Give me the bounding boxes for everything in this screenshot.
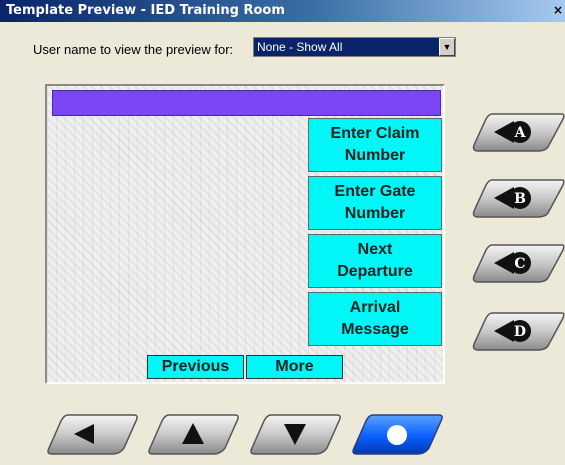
user-select-value: None - Show All [257, 40, 343, 54]
svg-text:D: D [514, 324, 526, 340]
preview-screen: Enter Claim Number Enter Gate Number Nex… [45, 84, 445, 384]
down-button[interactable] [247, 412, 343, 456]
enter-gate-number-button[interactable]: Enter Gate Number [308, 176, 442, 230]
side-button-a[interactable]: A [470, 111, 565, 153]
svg-text:C: C [514, 256, 525, 272]
previous-button[interactable]: Previous [147, 355, 244, 379]
user-select-label: User name to view the preview for: [33, 42, 234, 57]
side-button-d[interactable]: D [470, 310, 565, 352]
left-button[interactable] [44, 412, 140, 456]
svg-text:B: B [514, 191, 526, 207]
screen-header-bar [52, 90, 441, 116]
enter-claim-number-button[interactable]: Enter Claim Number [308, 118, 442, 172]
next-departure-button[interactable]: Next Departure [308, 234, 442, 288]
select-button[interactable] [349, 412, 445, 456]
side-button-c[interactable]: C [470, 242, 565, 284]
chevron-down-icon[interactable]: ▼ [439, 38, 455, 56]
close-icon[interactable]: × [553, 3, 563, 17]
more-button[interactable]: More [246, 355, 343, 379]
side-button-b[interactable]: B [470, 177, 565, 219]
user-select[interactable]: None - Show All ▼ [253, 37, 456, 57]
window-title: Template Preview - IED Training Room [6, 3, 285, 18]
arrival-message-button[interactable]: Arrival Message [308, 292, 442, 346]
select-circle-icon [387, 425, 407, 445]
window-title-bar: Template Preview - IED Training Room × [0, 0, 565, 22]
up-button[interactable] [145, 412, 241, 456]
svg-text:A: A [514, 125, 527, 141]
